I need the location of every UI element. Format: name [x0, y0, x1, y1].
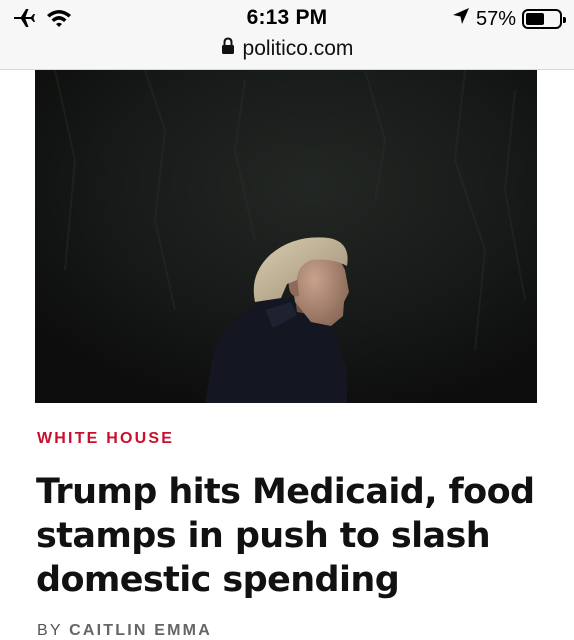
url-text: politico.com: [242, 37, 354, 60]
headline-line: stamps in push to slash: [36, 516, 491, 556]
status-right-icons: 57%: [452, 7, 566, 31]
battery-percentage: 57%: [475, 7, 516, 30]
address-bar[interactable]: politico.com: [0, 37, 574, 61]
author-link[interactable]: CAITLIN EMMA: [69, 622, 212, 639]
article-section-kicker[interactable]: WHITE HOUSE: [37, 430, 174, 448]
battery-level-fill: [526, 13, 544, 25]
article-headline[interactable]: Trump hits Medicaid, food stamps in push…: [36, 470, 536, 602]
location-arrow-icon: [452, 7, 470, 31]
article-byline: BY CAITLIN EMMA: [37, 622, 212, 640]
headline-line: Trump hits Medicaid, food: [36, 472, 535, 512]
battery-icon: [522, 9, 566, 29]
byline-prefix: BY: [37, 622, 63, 639]
lock-icon: [221, 37, 235, 61]
headline-line: domestic spending: [36, 560, 400, 600]
browser-status-bar: 6:13 PM 57% politico.com: [0, 0, 574, 70]
battery-tip: [563, 17, 566, 23]
article-hero-image[interactable]: [35, 70, 537, 403]
